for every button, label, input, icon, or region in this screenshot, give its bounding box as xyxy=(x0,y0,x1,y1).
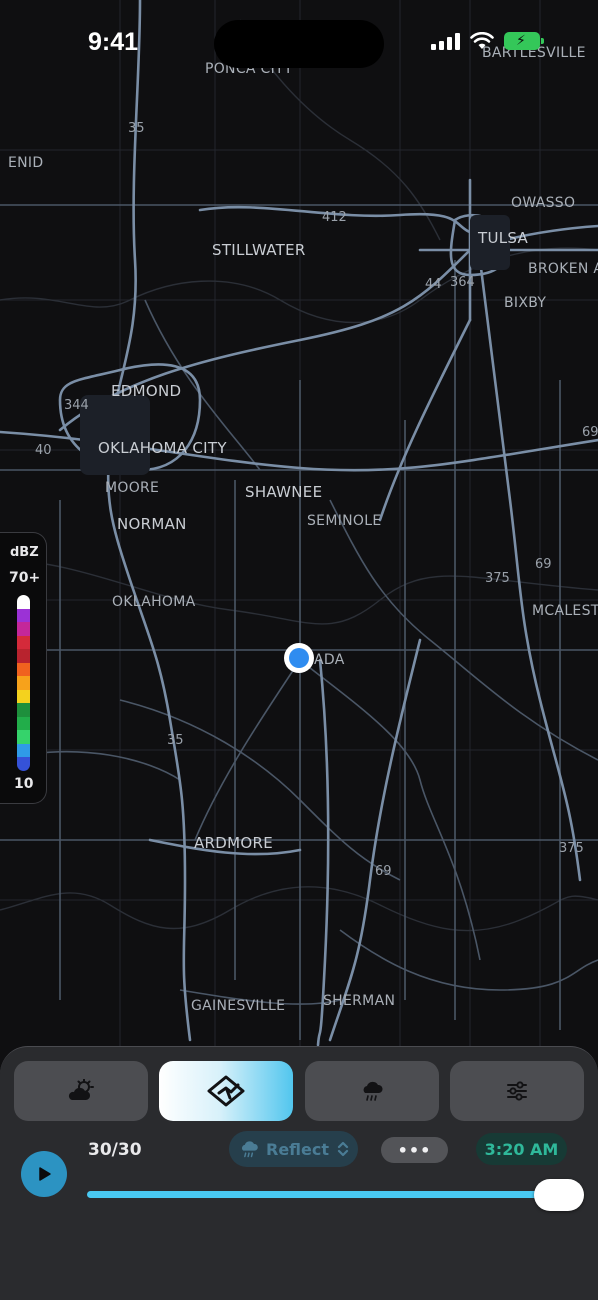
legend-color-swatch xyxy=(17,676,30,690)
city-label: BIXBY xyxy=(504,295,547,311)
city-label: OKLAHOMA xyxy=(112,594,196,610)
radar-product-label: Reflect xyxy=(266,1139,330,1159)
rain-cloud-icon xyxy=(241,1141,258,1158)
city-label: EDMOND xyxy=(111,382,182,400)
city-label: SHAWNEE xyxy=(245,483,323,501)
legend-color-scale xyxy=(17,595,30,771)
legend-color-swatch xyxy=(17,757,30,771)
tab-precipitation[interactable] xyxy=(305,1061,439,1121)
city-label: OWASSO xyxy=(511,195,576,211)
route-label: 69 xyxy=(582,425,598,440)
route-label: 364 xyxy=(450,275,475,290)
legend-color-swatch xyxy=(17,662,30,677)
route-label: 35 xyxy=(167,733,184,748)
route-label: 69 xyxy=(375,864,392,879)
tab-settings[interactable] xyxy=(450,1061,584,1121)
route-label: 375 xyxy=(559,841,584,856)
city-label: MCALESTE xyxy=(532,603,598,619)
route-label: 40 xyxy=(35,443,52,458)
timeline-slider-thumb[interactable] xyxy=(534,1179,584,1211)
more-options-button[interactable]: ••• xyxy=(381,1137,448,1163)
route-label: 35 xyxy=(128,121,145,136)
wifi-icon xyxy=(470,32,494,49)
route-label: 44 xyxy=(425,277,442,292)
tab-forecast[interactable] xyxy=(14,1061,148,1121)
city-label: ARDMORE xyxy=(194,834,273,852)
rain-cloud-icon xyxy=(363,1081,383,1101)
legend-color-swatch xyxy=(17,635,30,650)
battery-charging-icon: ⚡ xyxy=(504,32,544,50)
city-label: TULSA xyxy=(478,229,529,247)
legend-unit: dBZ xyxy=(10,545,39,560)
play-button[interactable] xyxy=(21,1151,67,1197)
partly-cloudy-icon xyxy=(68,1079,94,1100)
play-icon xyxy=(39,1167,51,1181)
city-label: NORMAN xyxy=(117,515,187,533)
city-label: MOORE xyxy=(105,480,160,496)
sliders-icon xyxy=(507,1081,527,1101)
timeline-slider-track[interactable] xyxy=(87,1191,547,1198)
city-label: ENID xyxy=(8,155,44,171)
city-label: SEMINOLE xyxy=(307,513,382,529)
city-label: STILLWATER xyxy=(212,241,306,259)
route-label: 412 xyxy=(322,210,347,225)
status-icons: ⚡ xyxy=(431,32,544,50)
legend-color-swatch xyxy=(17,595,30,609)
frame-timestamp: 3:20 AM xyxy=(476,1133,567,1165)
legend-color-swatch xyxy=(17,689,30,704)
reflectivity-legend: dBZ 70+ 10 xyxy=(0,532,47,804)
legend-color-swatch xyxy=(17,608,30,623)
city-label: OKLAHOMA CITY xyxy=(98,439,227,457)
cellular-signal-icon xyxy=(431,32,460,50)
radar-icon xyxy=(207,1075,245,1107)
radar-app: PONCA CITY BARTLESVILLE ENID OWASSO STIL… xyxy=(0,0,598,1300)
tab-radar[interactable] xyxy=(159,1061,293,1121)
city-label: GAINESVILLE xyxy=(191,998,286,1014)
legend-color-swatch xyxy=(17,703,30,717)
route-label: 344 xyxy=(64,398,89,413)
chevron-up-down-icon xyxy=(337,1141,349,1157)
status-bar: 9:41 ⚡ xyxy=(0,0,598,90)
route-label: 375 xyxy=(485,571,510,586)
legend-color-swatch xyxy=(17,743,30,758)
frame-counter: 30/30 xyxy=(88,1140,142,1160)
legend-color-swatch xyxy=(17,649,30,663)
current-location-dot[interactable] xyxy=(284,643,314,673)
city-label: ADA xyxy=(314,652,345,668)
dynamic-island xyxy=(214,20,384,68)
legend-min-label: 10 xyxy=(14,776,34,792)
status-time: 9:41 xyxy=(88,28,139,56)
city-label: SHERMAN xyxy=(323,993,396,1009)
legend-color-swatch xyxy=(17,730,30,744)
city-label: BROKEN AR xyxy=(528,261,598,277)
radar-control-panel: 30/30 Reflect ••• 3:20 AM xyxy=(0,1046,598,1300)
route-label: 69 xyxy=(535,557,552,572)
legend-color-swatch xyxy=(17,716,30,731)
legend-color-swatch xyxy=(17,622,30,636)
legend-max-label: 70+ xyxy=(9,570,41,586)
radar-product-selector[interactable]: Reflect xyxy=(229,1131,358,1167)
